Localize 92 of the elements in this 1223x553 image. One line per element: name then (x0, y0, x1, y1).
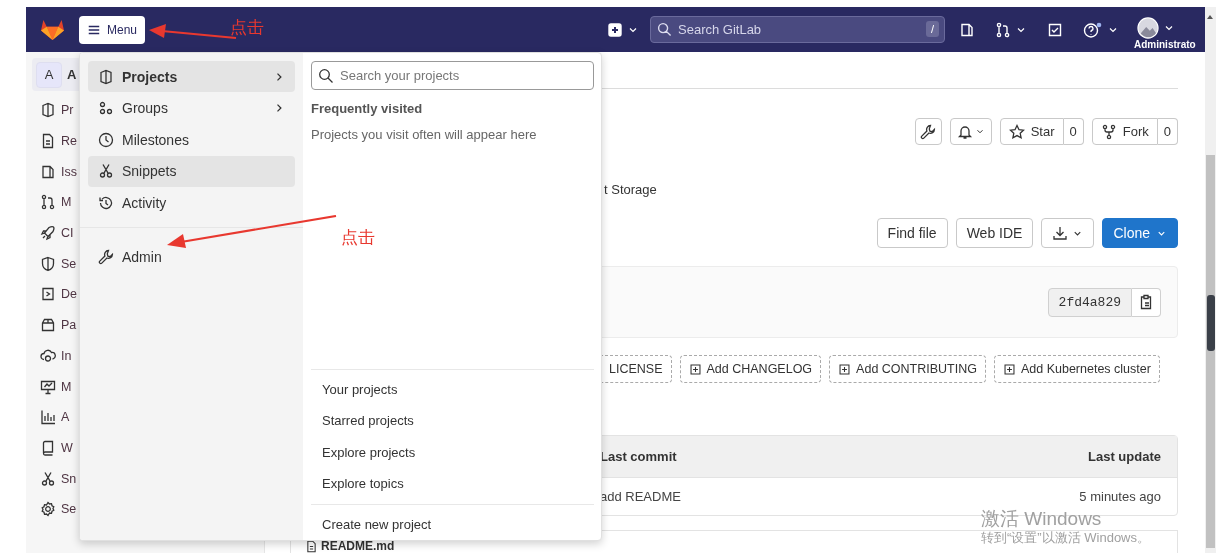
commit-sha[interactable]: 2fd4a829 (1047, 287, 1132, 317)
scissors-icon (98, 163, 114, 179)
menu-item[interactable]: Milestones (88, 124, 295, 155)
issues-icon[interactable] (959, 21, 975, 38)
scissors-icon[interactable] (40, 470, 56, 487)
readme-title: README.md (321, 539, 395, 553)
sidebar-item[interactable]: M (61, 379, 72, 394)
rocket-icon[interactable] (40, 225, 56, 242)
settings-icon[interactable] (40, 501, 56, 518)
history-icon (98, 194, 114, 211)
shield-icon[interactable] (40, 255, 56, 272)
fork-button[interactable]: Fork (1091, 118, 1158, 145)
logo-icon[interactable] (40, 18, 65, 41)
clock-icon (98, 131, 114, 148)
section-heading: Frequently visited (311, 101, 424, 116)
sidebar-item[interactable]: CI (61, 226, 74, 241)
copy-button[interactable] (1132, 287, 1161, 317)
wrench-icon (98, 248, 114, 265)
sidebar-item[interactable]: In (61, 348, 72, 363)
star-icon (1008, 123, 1025, 140)
todo-icon[interactable] (1047, 21, 1063, 38)
activation-message: 转到“设置”以激活 Windows。 (981, 530, 1150, 546)
sidebar-item[interactable]: Re (61, 134, 77, 149)
merge-request-icon[interactable] (40, 194, 56, 211)
user-name: Administrato (1134, 39, 1196, 50)
issues-icon[interactable] (40, 163, 56, 180)
menu-link[interactable]: Your projects (311, 373, 594, 405)
plus-square-icon[interactable] (607, 21, 623, 38)
groups-icon (98, 100, 114, 116)
menu-item[interactable]: Snippets (88, 155, 295, 187)
help-icon[interactable] (1083, 21, 1103, 38)
update-time: 5 minutes ago (1079, 489, 1161, 504)
sidebar-item[interactable]: De (61, 287, 77, 302)
sidebar-item[interactable]: Pr (61, 103, 74, 118)
menu-link[interactable]: Create new project (311, 508, 594, 540)
scrollbar[interactable] (1205, 7, 1216, 553)
project-description: t Storage (604, 182, 658, 197)
fork-icon (1100, 123, 1117, 140)
action-button[interactable]: Web IDE (955, 218, 1034, 248)
menu-item[interactable]: Groups (88, 92, 295, 124)
menu-button[interactable]: Menu (79, 15, 145, 44)
add-file-button[interactable]: Add CHANGELOG (679, 355, 822, 383)
sidebar-item[interactable]: Pa (61, 318, 77, 333)
sidebar-item[interactable]: M (61, 195, 72, 210)
project-search-field[interactable]: Search your projects (311, 61, 594, 90)
clipboard-icon (1138, 294, 1154, 310)
sidebar-item[interactable]: Iss (61, 164, 77, 179)
annotation-text: 点击 (341, 226, 375, 249)
monitor-icon[interactable] (40, 378, 56, 395)
chart-icon[interactable] (40, 409, 56, 426)
file-icon (305, 539, 318, 553)
notification-button[interactable] (949, 118, 992, 145)
sidebar-item[interactable]: W (61, 440, 73, 455)
user-avatar[interactable] (1137, 17, 1159, 39)
menu-item[interactable]: Admin (88, 241, 295, 272)
sidebar-item[interactable]: Se (61, 502, 77, 517)
download-icon (1052, 225, 1069, 241)
download-button[interactable] (1041, 218, 1095, 248)
fork-count[interactable]: 0 (1157, 118, 1178, 145)
cloud-gear-icon[interactable] (40, 347, 56, 364)
project-name: A (67, 67, 77, 82)
bell-icon (956, 123, 973, 140)
sidebar-item[interactable]: Sn (61, 471, 77, 486)
column-header: Last update (1088, 449, 1161, 464)
sidebar-item[interactable]: Se (61, 256, 77, 271)
menu-link[interactable]: Explore projects (311, 436, 594, 468)
add-file-button[interactable]: Add Kubernetes cluster (993, 355, 1160, 383)
menu-link[interactable]: Explore topics (311, 468, 594, 500)
document-icon[interactable] (40, 133, 56, 150)
settings-button[interactable] (914, 118, 942, 145)
empty-message: Projects you visit often will appear here (311, 127, 538, 142)
clone-button[interactable]: Clone (1102, 218, 1178, 248)
side-handle[interactable] (1207, 295, 1215, 351)
annotation-text: 点击 (230, 16, 264, 39)
add-file-button[interactable]: Add CONTRIBUTING (829, 355, 986, 383)
search-icon (318, 68, 334, 84)
project-icon (98, 68, 114, 85)
menu-item[interactable]: Projects (88, 61, 295, 92)
search-icon (657, 22, 672, 37)
deploy-icon[interactable] (40, 286, 56, 303)
sidebar-item[interactable]: A (61, 410, 70, 425)
project-avatar: A (36, 61, 62, 88)
book-icon[interactable] (40, 439, 56, 456)
activation-title: 激活 Windows (981, 508, 1103, 530)
project-icon[interactable] (40, 102, 56, 119)
star-count[interactable]: 0 (1063, 118, 1084, 145)
wrench-icon (920, 123, 937, 140)
star-button[interactable]: Star (999, 118, 1064, 145)
menu-item[interactable]: Activity (88, 187, 295, 218)
package-icon[interactable] (40, 317, 56, 334)
action-button[interactable]: Find file (876, 218, 948, 248)
menu-link[interactable]: Starred projects (311, 405, 594, 437)
